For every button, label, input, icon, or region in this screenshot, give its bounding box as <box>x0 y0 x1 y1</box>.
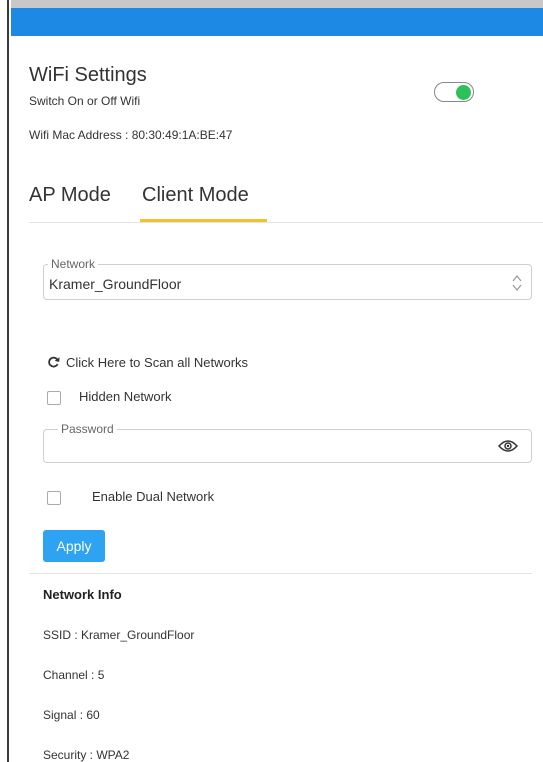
tab-client-mode[interactable]: Client Mode <box>142 184 249 207</box>
apply-button[interactable]: Apply <box>43 530 105 562</box>
scan-networks-link[interactable]: Click Here to Scan all Networks <box>47 355 248 370</box>
top-header-bar <box>11 0 543 36</box>
page-subtitle: Switch On or Off Wifi <box>29 94 141 108</box>
security-info: Security : WPA2 <box>43 748 130 762</box>
dual-network-checkbox[interactable] <box>47 491 61 505</box>
password-field[interactable]: Password <box>43 422 532 463</box>
hidden-network-checkbox[interactable] <box>47 391 61 405</box>
active-tab-indicator <box>140 219 267 222</box>
wifi-toggle[interactable] <box>434 82 474 102</box>
refresh-icon <box>48 356 60 368</box>
channel-info: Channel : 5 <box>43 668 105 682</box>
tabs-divider <box>29 222 543 223</box>
page-title: WiFi Settings <box>29 64 147 86</box>
network-legend: Network <box>48 257 99 271</box>
tab-ap-mode[interactable]: AP Mode <box>29 184 111 207</box>
scan-label: Click Here to Scan all Networks <box>66 355 249 370</box>
network-value: Kramer_GroundFloor <box>49 276 182 292</box>
ssid-info: SSID : Kramer_GroundFloor <box>43 628 195 642</box>
network-info-heading: Network Info <box>43 587 122 602</box>
network-select[interactable]: Network Kramer_GroundFloor <box>43 257 532 300</box>
section-divider <box>29 573 532 574</box>
toggle-knob <box>456 85 471 100</box>
password-legend: Password <box>58 422 117 436</box>
dual-network-label: Enable Dual Network <box>92 489 215 504</box>
mac-address: Wifi Mac Address : 80:30:49:1A:BE:47 <box>29 128 233 142</box>
eye-icon[interactable] <box>498 439 518 453</box>
window-left-edge <box>0 0 9 762</box>
hidden-network-label: Hidden Network <box>79 389 172 404</box>
signal-info: Signal : 60 <box>43 708 100 722</box>
updown-chevron-icon <box>512 275 522 291</box>
